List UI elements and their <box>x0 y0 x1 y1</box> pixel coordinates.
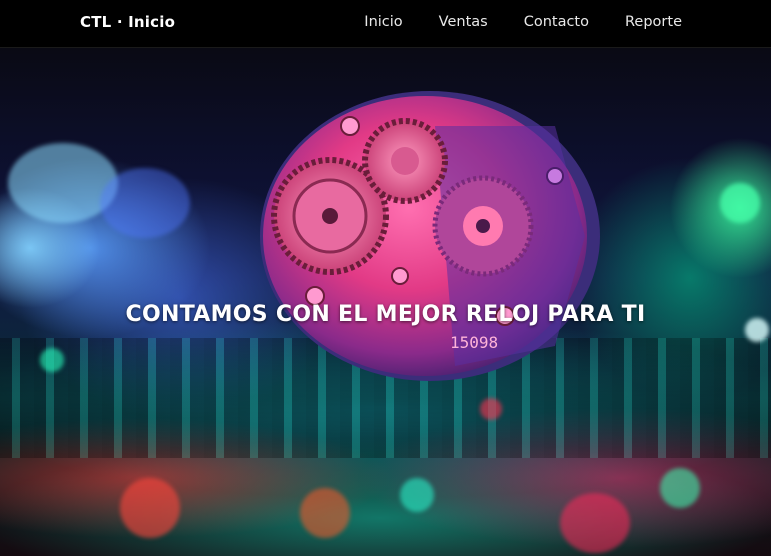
watch-movement-image: 15098 <box>260 91 600 381</box>
nav-link-reporte[interactable]: Reporte <box>625 14 682 30</box>
nav-links: Inicio Ventas Contacto Reporte <box>364 14 682 30</box>
bokeh-light <box>120 478 180 538</box>
watch-engraving: 15098 <box>450 333 498 352</box>
bokeh-light <box>400 478 434 512</box>
page: CTL · Inicio Inicio Ventas Contacto Repo… <box>0 0 771 556</box>
nav-link-contacto[interactable]: Contacto <box>524 14 589 30</box>
top-navbar: CTL · Inicio Inicio Ventas Contacto Repo… <box>0 0 771 48</box>
bokeh-light <box>720 183 760 223</box>
hero-banner: 15098 CONTAMOS CON EL MEJOR RELOJ PARA T… <box>0 48 771 556</box>
bokeh-light <box>560 493 630 553</box>
bokeh-light <box>660 468 700 508</box>
nav-link-ventas[interactable]: Ventas <box>439 14 488 30</box>
hero-title: CONTAMOS CON EL MEJOR RELOJ PARA TI <box>125 301 646 327</box>
nav-link-inicio[interactable]: Inicio <box>364 14 402 30</box>
bokeh-light <box>480 398 502 420</box>
brand-link[interactable]: CTL · Inicio <box>80 13 175 31</box>
bokeh-light <box>300 488 350 538</box>
bokeh-light <box>40 348 64 372</box>
bokeh-light <box>100 168 190 238</box>
